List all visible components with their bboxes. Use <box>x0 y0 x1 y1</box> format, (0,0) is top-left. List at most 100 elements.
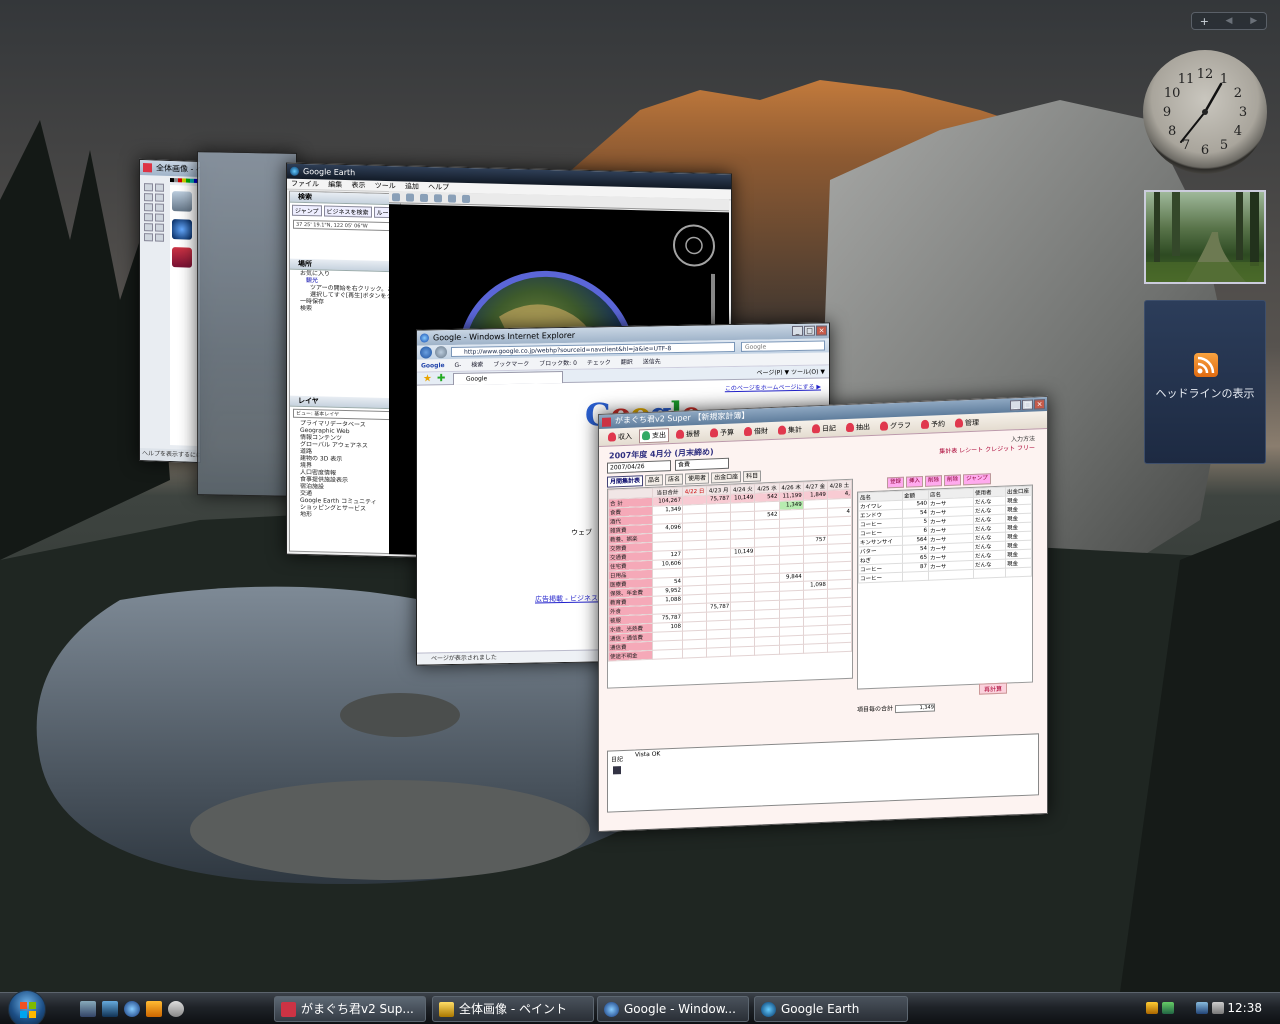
tab-fly-to[interactable]: ジャンプ <box>292 204 322 217</box>
layer-view-select[interactable]: ビュー: 基本レイヤ <box>293 408 397 421</box>
menu-tools[interactable]: ツール <box>375 182 396 191</box>
system-clock[interactable]: 12:38 <box>1227 1001 1262 1015</box>
maximize-button[interactable]: □ <box>1022 399 1033 410</box>
extract-button[interactable]: 抽出 <box>843 419 873 434</box>
internet-explorer-icon[interactable] <box>124 1001 140 1017</box>
tab-find-business[interactable]: ビジネスを検索 <box>323 205 372 218</box>
network-app-icon[interactable] <box>1162 1002 1174 1014</box>
ie-tab-google[interactable]: Google <box>453 371 563 385</box>
media-player-icon[interactable] <box>146 1001 162 1017</box>
expense-button[interactable]: 支出 <box>639 427 669 443</box>
polygon-icon[interactable] <box>420 193 428 203</box>
grid-value-cell[interactable] <box>706 647 731 658</box>
paint-toolbox[interactable] <box>143 182 165 243</box>
close-button[interactable]: × <box>816 325 827 336</box>
delete-button[interactable]: 削除 <box>925 475 943 487</box>
add-gadget-button[interactable]: + <box>1192 15 1217 28</box>
grid-column-header[interactable]: 4/25 水 <box>754 483 780 494</box>
recalculate-button[interactable]: 再計算 <box>979 682 1008 695</box>
paint-titlebar[interactable]: 全体画像 - ペイント <box>140 159 200 178</box>
tab-user[interactable]: 使用者 <box>685 472 710 485</box>
email-icon[interactable] <box>448 194 456 203</box>
grid-column-header[interactable]: 4/22 日 <box>682 486 707 497</box>
minimize-button[interactable]: _ <box>792 325 803 337</box>
paint-canvas[interactable] <box>170 185 198 446</box>
grid-column-header[interactable]: 4/23 月 <box>706 485 731 496</box>
grid-column-header[interactable]: 当日合計 <box>652 487 683 498</box>
color-palette[interactable] <box>170 178 198 183</box>
diary-area[interactable] <box>607 733 1039 813</box>
menu-file[interactable]: ファイル <box>291 180 319 189</box>
grid-value-cell[interactable] <box>730 646 755 657</box>
taskbar-button-gamaguchi[interactable]: がまぐち君v2 Sup... <box>274 996 426 1022</box>
ie-command-bar[interactable]: ページ(P) ▼ ツール(O) ▼ <box>756 365 825 379</box>
menu-add[interactable]: 追加 <box>405 182 419 190</box>
tab-account[interactable]: 出金口座 <box>711 471 742 484</box>
address-bar[interactable]: http://www.google.co.jp/webhp?sourceid=n… <box>451 342 735 358</box>
slideshow-gadget[interactable] <box>1144 190 1266 284</box>
sidebar-prev-button[interactable]: ◀ <box>1217 16 1242 26</box>
manage-button[interactable]: 管理 <box>952 415 982 430</box>
taskbar-button-ie[interactable]: Google - Window... <box>597 996 749 1022</box>
list-cell[interactable] <box>928 569 974 581</box>
register-button[interactable]: 登録 <box>887 476 905 489</box>
minimize-button[interactable]: _ <box>1010 400 1021 411</box>
grid-column-header[interactable]: 4/27 金 <box>803 481 828 492</box>
show-headlines-label[interactable]: ヘッドラインの表示 <box>1145 385 1265 401</box>
google-toolbar-translate[interactable]: 翻訳 <box>621 359 633 366</box>
volume-muted-icon[interactable] <box>1212 1002 1224 1014</box>
grid-column-header[interactable]: 4/26 木 <box>779 482 804 493</box>
layer-item[interactable]: 地形 <box>290 511 400 521</box>
reservation-button[interactable]: 予約 <box>918 416 948 431</box>
google-toolbar-search-button[interactable]: 検索 <box>471 361 483 368</box>
grid-value-cell[interactable] <box>682 648 707 659</box>
diary-button[interactable]: 日記 <box>809 421 839 436</box>
taskbar-button-google-earth[interactable]: Google Earth <box>754 996 908 1022</box>
sidebar-next-button[interactable]: ▶ <box>1241 16 1266 26</box>
item-list[interactable]: 品名 金額 店名 使用者 出金口座 カイワレ 540 カーサ だんな 現金 エンドウ 54 カーサ だん… <box>857 484 1033 690</box>
placemark-icon[interactable] <box>406 193 414 202</box>
google-toolbar-search[interactable]: G- <box>455 362 462 369</box>
fly-to-input[interactable]: 37 25' 19.1"N, 122 05' 06"W <box>293 219 397 232</box>
income-button[interactable]: 収入 <box>605 429 635 444</box>
layers-panel-header[interactable]: レイヤ <box>290 395 400 410</box>
grid-value-cell[interactable] <box>803 643 828 654</box>
sidebar-toggle-icon[interactable] <box>392 193 400 202</box>
delete-all-button[interactable]: 削除 <box>944 474 962 487</box>
network-icon[interactable] <box>1196 1002 1208 1014</box>
category-select[interactable]: 食費 <box>675 457 729 471</box>
feed-headlines-gadget[interactable]: ヘッドラインの表示 <box>1144 300 1266 464</box>
summary-button[interactable]: 集計 <box>775 422 805 437</box>
grid-value-cell[interactable] <box>827 642 852 653</box>
google-toolbar-send[interactable]: 送信先 <box>643 358 661 365</box>
grid-value-cell[interactable] <box>652 649 683 660</box>
back-button[interactable] <box>420 346 432 359</box>
menu-help[interactable]: ヘルプ <box>428 183 449 192</box>
menu-edit[interactable]: 編集 <box>328 181 342 189</box>
grid-column-header[interactable]: 4/24 火 <box>730 484 755 495</box>
add-favorite-icon[interactable]: ✚ <box>437 372 445 385</box>
tab-store-name[interactable]: 店名 <box>665 473 684 486</box>
list-cell[interactable] <box>1005 567 1032 578</box>
web-search-tab[interactable]: ウェブ <box>571 528 592 538</box>
zoom-slider[interactable] <box>711 273 715 325</box>
forward-button[interactable] <box>435 346 447 359</box>
ie-search-box[interactable]: Google <box>741 340 825 352</box>
insert-button[interactable]: 挿入 <box>906 475 924 488</box>
gamaguchi-app-window[interactable]: がまぐち君v2 Super 【新規家計簿】 _ □ × 収入 支出 振替 予算 借財… <box>598 395 1048 832</box>
menu-view[interactable]: 表示 <box>351 181 365 189</box>
tab-item-name[interactable]: 品名 <box>645 474 664 487</box>
maximize-button[interactable]: □ <box>804 325 815 336</box>
list-cell[interactable] <box>973 568 1006 579</box>
transfer-button[interactable]: 振替 <box>673 426 703 441</box>
monthly-summary-grid[interactable]: 当日合計 4/22 日 4/23 月 4/24 火 4/25 水 4/26 木 4/27 金… <box>607 478 853 689</box>
start-button[interactable] <box>8 990 46 1024</box>
print-icon[interactable] <box>462 194 470 204</box>
tab-monthly-summary[interactable]: 月間集計表 <box>607 475 644 488</box>
clock-gadget[interactable]: 12 1 2 3 4 5 6 7 8 9 10 11 <box>1143 50 1267 174</box>
app-shortcut-icon[interactable] <box>168 1001 184 1017</box>
budget-button[interactable]: 予算 <box>707 425 737 440</box>
set-homepage-link[interactable]: このページをホームページにする ▶ <box>725 382 821 393</box>
security-shield-icon[interactable] <box>1146 1002 1158 1014</box>
google-toolbar-popup-blocker[interactable]: ブロック数: 0 <box>539 360 577 368</box>
